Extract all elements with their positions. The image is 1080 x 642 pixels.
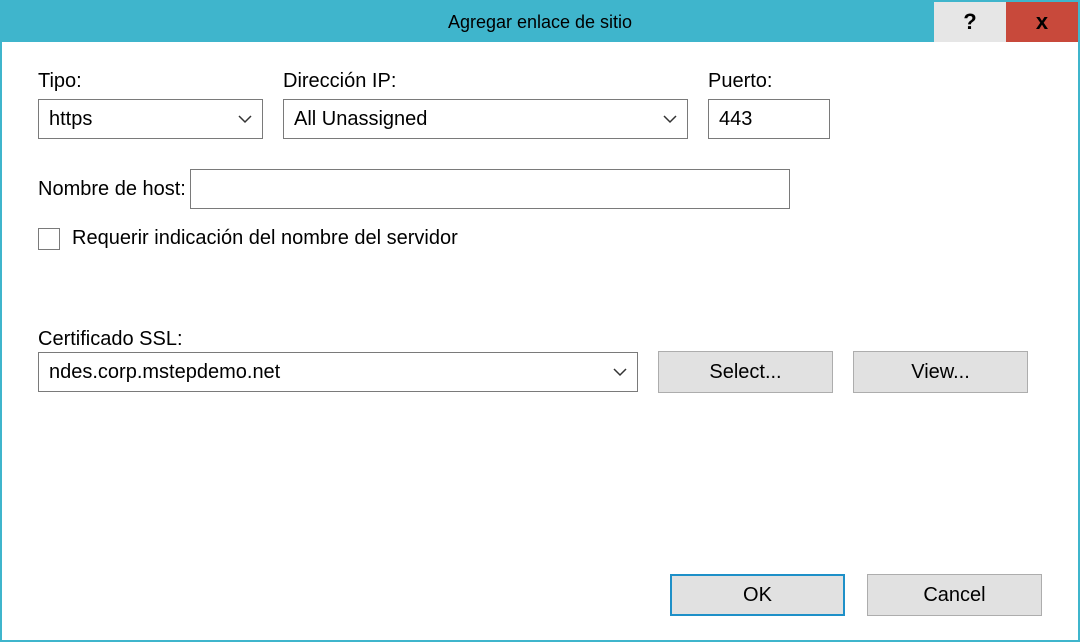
- type-label: Tipo:: [38, 70, 263, 93]
- sni-row: Requerir indicación del nombre del servi…: [38, 227, 1042, 250]
- cancel-button[interactable]: Cancel: [867, 574, 1042, 616]
- hostname-section: Nombre de host: Requerir indicación del …: [38, 169, 1042, 250]
- ok-button[interactable]: OK: [670, 574, 845, 616]
- chevron-down-icon: [238, 114, 252, 124]
- ip-label: Dirección IP:: [283, 70, 688, 93]
- select-button[interactable]: Select...: [658, 351, 833, 393]
- help-button[interactable]: ?: [934, 2, 1006, 42]
- sni-checkbox[interactable]: [38, 228, 60, 250]
- port-field: Puerto:: [708, 70, 830, 139]
- ssl-section: Certificado SSL: ndes.corp.mstepdemo.net…: [38, 328, 1042, 393]
- ssl-row: ndes.corp.mstepdemo.net Select... View..…: [38, 351, 1042, 393]
- ip-value: All Unassigned: [294, 108, 427, 131]
- port-label: Puerto:: [708, 70, 830, 93]
- close-button[interactable]: x: [1006, 2, 1078, 42]
- type-combo[interactable]: https: [38, 99, 263, 139]
- window-title: Agregar enlace de sitio: [448, 12, 632, 33]
- add-site-binding-dialog: Agregar enlace de sitio ? x Tipo: https …: [0, 0, 1080, 642]
- dialog-buttons: OK Cancel: [670, 574, 1042, 616]
- type-field: Tipo: https: [38, 70, 263, 139]
- ip-combo[interactable]: All Unassigned: [283, 99, 688, 139]
- ssl-combo[interactable]: ndes.corp.mstepdemo.net: [38, 352, 638, 392]
- hostname-input[interactable]: [190, 169, 790, 209]
- sni-label: Requerir indicación del nombre del servi…: [72, 227, 458, 250]
- ssl-label: Certificado SSL:: [38, 328, 183, 350]
- type-value: https: [49, 108, 92, 131]
- titlebar: Agregar enlace de sitio ? x: [2, 2, 1078, 42]
- hostname-label: Nombre de host:: [38, 178, 186, 200]
- ip-field: Dirección IP: All Unassigned: [283, 70, 688, 139]
- ssl-value: ndes.corp.mstepdemo.net: [49, 361, 280, 384]
- chevron-down-icon: [613, 367, 627, 377]
- view-button[interactable]: View...: [853, 351, 1028, 393]
- dialog-content: Tipo: https Dirección IP: All Unassigned: [2, 42, 1078, 640]
- port-input[interactable]: [708, 99, 830, 139]
- chevron-down-icon: [663, 114, 677, 124]
- binding-row: Tipo: https Dirección IP: All Unassigned: [38, 70, 1042, 139]
- titlebar-buttons: ? x: [934, 2, 1078, 42]
